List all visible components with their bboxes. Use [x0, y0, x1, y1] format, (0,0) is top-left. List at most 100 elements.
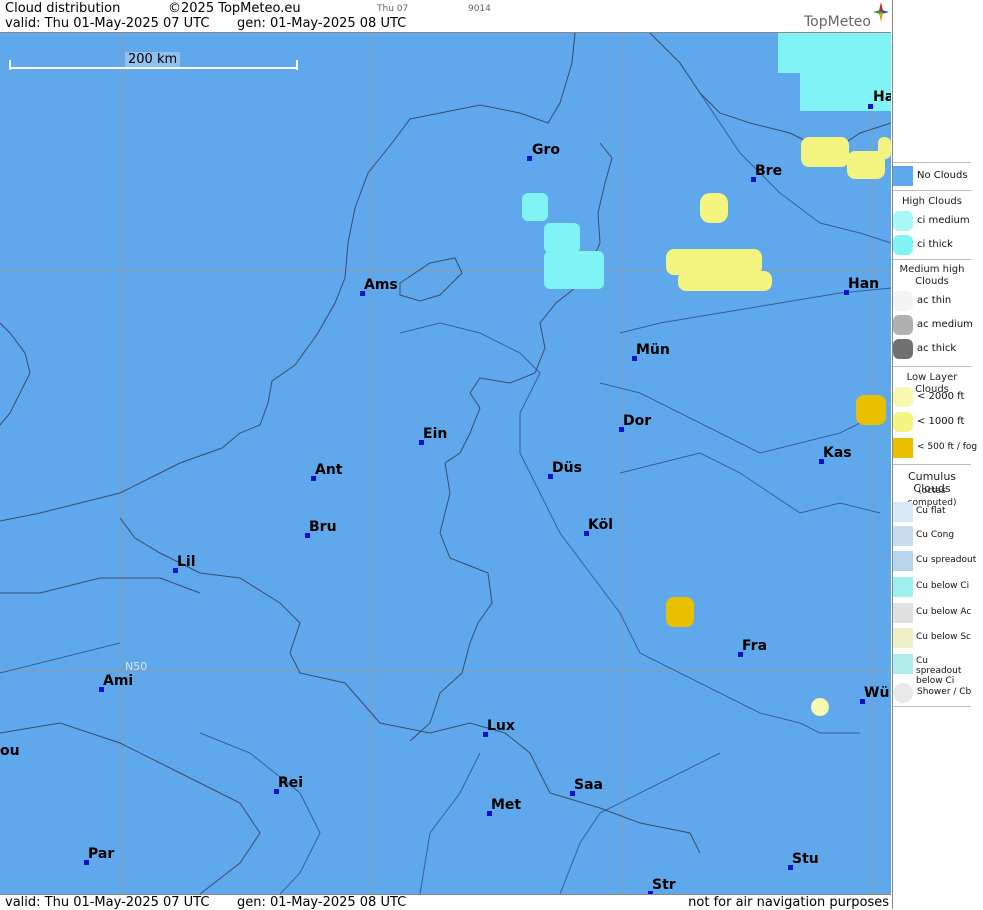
- cloud-map[interactable]: 200 km N50 Gro Bre Ha Ams Han Mün Dor Ei…: [0, 33, 891, 894]
- city-label[interactable]: Bru: [309, 519, 337, 535]
- legend-label: ac medium: [917, 319, 973, 330]
- cu-below-ci-swatch: [893, 577, 913, 597]
- scale-label: 200 km: [125, 52, 181, 67]
- footer-valid: valid: Thu 01-May-2025 07 UTC: [5, 895, 210, 910]
- legend-label: Shower / Cb: [917, 687, 972, 697]
- legend-lt1000: < 1000 ft: [893, 412, 971, 434]
- rivers: [0, 92, 891, 894]
- header-bar: Cloud distribution ©2025 TopMeteo.eu Thu…: [0, 0, 891, 33]
- city-label[interactable]: Ami: [103, 673, 133, 689]
- legend-cu-cong: Cu Cong: [893, 526, 971, 548]
- city-label[interactable]: Kas: [823, 445, 852, 461]
- cu-below-ac-swatch: [893, 603, 913, 623]
- lt2000-swatch: [893, 387, 913, 407]
- legend-label: < 500 ft / fog: [917, 442, 978, 452]
- lt500-swatch: [893, 438, 913, 458]
- gen-time: gen: 01-May-2025 08 UTC: [237, 16, 407, 31]
- no-clouds-swatch: [893, 166, 913, 186]
- topmeteo-logo[interactable]: TopMeteo: [804, 14, 871, 30]
- legend-label: Cu below Ac: [916, 607, 972, 617]
- divider: [893, 162, 971, 163]
- city-label[interactable]: Saa: [574, 777, 603, 793]
- legend-label: < 1000 ft: [917, 416, 965, 427]
- city-label[interactable]: Lux: [487, 718, 515, 734]
- compass-star-icon: [873, 2, 889, 22]
- legend-shower: Shower / Cb: [893, 683, 971, 705]
- legend-cu-spreadout: Cu spreadout: [893, 551, 976, 573]
- city-label[interactable]: Köl: [588, 517, 613, 533]
- legend-label: Cu below Ci: [916, 581, 970, 591]
- legend-label: ci medium: [917, 215, 970, 226]
- cu-below-sc-swatch: [893, 628, 913, 648]
- legend-ac-medium: ac medium: [893, 315, 973, 337]
- low-clouds-1000: [666, 137, 891, 716]
- city-label[interactable]: Fra: [742, 638, 767, 654]
- city-label[interactable]: Düs: [552, 460, 582, 476]
- city-label[interactable]: ou: [0, 743, 20, 759]
- cu-spreadout-swatch: [893, 551, 913, 571]
- legend-cu-below-ac: Cu below Ac: [893, 603, 971, 625]
- divider: [893, 366, 971, 367]
- legend-lt500: < 500 ft / fog: [893, 438, 977, 460]
- legend-cu-flat: Cu flat: [893, 502, 971, 524]
- cu-spread-below-ci-swatch: [893, 654, 913, 674]
- ac-thin-swatch: [893, 291, 913, 311]
- legend-ci-medium: ci medium: [893, 211, 971, 233]
- legend-high-title: High Clouds: [902, 196, 962, 207]
- cu-flat-swatch: [893, 502, 913, 522]
- city-label[interactable]: Stu: [792, 851, 819, 867]
- city-label[interactable]: Lil: [177, 554, 196, 570]
- city-label[interactable]: Mün: [636, 342, 670, 358]
- lt1000-swatch: [893, 412, 913, 432]
- ci-medium-swatch: [893, 211, 913, 231]
- legend-ac-thin: ac thin: [893, 291, 971, 313]
- ac-thick-swatch: [893, 339, 913, 359]
- legend-no-clouds: No Clouds: [893, 166, 971, 188]
- divider: [893, 190, 971, 191]
- footer-bar: valid: Thu 01-May-2025 07 UTC gen: 01-Ma…: [0, 894, 891, 910]
- latitude-label: N50: [125, 660, 148, 673]
- city-label[interactable]: Han: [848, 276, 879, 292]
- legend-panel: No Clouds High Clouds ci medium ci thick…: [892, 0, 983, 909]
- footer-note: not for air navigation purposes: [688, 895, 889, 910]
- fog-clouds-500: [666, 395, 886, 627]
- city-label[interactable]: Bre: [755, 163, 782, 179]
- legend-ci-thick: ci thick: [893, 235, 971, 257]
- valid-time: valid: Thu 01-May-2025 07 UTC: [5, 16, 210, 31]
- small-day: Thu 07: [377, 4, 409, 14]
- city-label[interactable]: Gro: [532, 142, 560, 158]
- city-label[interactable]: Ant: [315, 462, 343, 478]
- ac-medium-swatch: [893, 315, 913, 335]
- legend-label: Cu below Sc: [916, 632, 971, 642]
- divider: [893, 464, 971, 465]
- city-label[interactable]: Ein: [423, 426, 447, 442]
- city-label[interactable]: Met: [491, 797, 521, 813]
- ci-thick-swatch: [893, 235, 913, 255]
- legend-label: Cu spreadout below Ci: [916, 656, 962, 686]
- legend-label: No Clouds: [917, 170, 968, 181]
- shower-cb-swatch: [893, 683, 913, 703]
- divider: [893, 259, 971, 260]
- city-label[interactable]: Dor: [623, 413, 651, 429]
- legend-label: Cu spreadout: [916, 555, 977, 565]
- legend-ac-thick: ac thick: [893, 339, 971, 361]
- city-label[interactable]: Rei: [278, 775, 303, 791]
- legend-medium-title: Medium high Clouds: [899, 264, 965, 287]
- map-title: Cloud distribution: [5, 1, 121, 16]
- city-label[interactable]: Par: [88, 846, 114, 862]
- city-label[interactable]: Ams: [364, 277, 398, 293]
- legend-cu-below-sc: Cu below Sc: [893, 628, 971, 650]
- city-label[interactable]: Str: [652, 877, 676, 893]
- legend-label: ac thick: [917, 343, 957, 354]
- legend-lt2000: < 2000 ft: [893, 387, 971, 409]
- copyright: ©2025 TopMeteo.eu: [168, 1, 301, 16]
- footer-gen: gen: 01-May-2025 08 UTC: [237, 895, 407, 910]
- city-label[interactable]: Ha: [873, 89, 891, 105]
- divider: [893, 706, 971, 707]
- cu-cong-swatch: [893, 526, 913, 546]
- legend-cu-below-ci: Cu below Ci: [893, 577, 971, 599]
- legend-label: ci thick: [917, 239, 953, 250]
- legend-label: Cu Cong: [916, 530, 955, 540]
- small-code: 9014: [468, 4, 491, 14]
- city-label[interactable]: Wü: [864, 685, 889, 701]
